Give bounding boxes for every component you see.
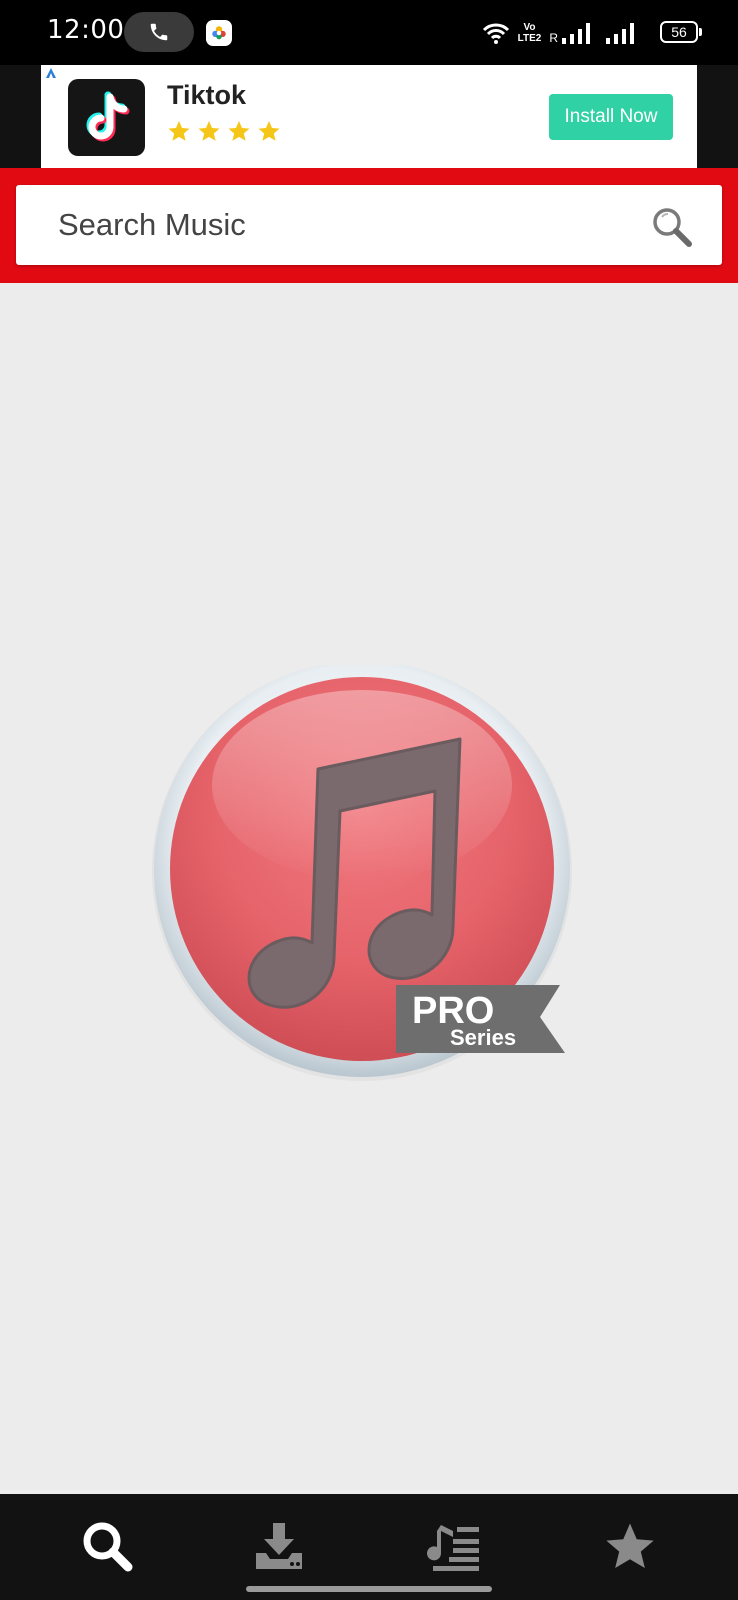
signal-icon xyxy=(562,23,590,44)
bottom-navigation xyxy=(0,1494,738,1600)
battery-icon: 56 xyxy=(660,21,702,43)
app-logo: PRO Series xyxy=(152,665,572,1081)
playlist-icon xyxy=(427,1525,479,1571)
svg-text:Series: Series xyxy=(450,1025,516,1050)
search-input[interactable] xyxy=(56,185,616,265)
ad-strip: Tiktok Install Now xyxy=(0,65,738,168)
star-rating-icon xyxy=(228,121,250,141)
pro-series-badge: PRO Series xyxy=(396,985,565,1053)
photos-app-icon xyxy=(206,20,232,46)
status-time: 12:00 xyxy=(47,15,125,45)
nav-favorites[interactable] xyxy=(600,1516,660,1576)
star-rating-icon xyxy=(258,121,280,141)
nav-search[interactable] xyxy=(77,1516,137,1576)
ad-app-name[interactable]: Tiktok xyxy=(167,80,246,111)
ad-rating-stars xyxy=(167,119,281,143)
search-icon[interactable] xyxy=(650,205,694,249)
install-now-button[interactable]: Install Now xyxy=(549,94,673,140)
search-icon xyxy=(83,1522,133,1572)
star-rating-icon xyxy=(198,121,220,141)
volte-indicator: Vo LTE2 xyxy=(517,22,542,44)
signal-icon-sim2 xyxy=(606,23,634,44)
nav-downloads[interactable] xyxy=(249,1516,309,1576)
star-icon xyxy=(606,1523,654,1569)
star-rating-icon xyxy=(168,121,190,141)
roaming-indicator: R xyxy=(549,31,558,45)
status-bar: 12:00 Vo LTE2 R 56 xyxy=(0,0,738,65)
ad-banner[interactable]: Tiktok Install Now xyxy=(41,65,697,168)
wifi-icon xyxy=(482,23,509,44)
status-indicators: Vo LTE2 R xyxy=(482,16,680,50)
home-indicator[interactable] xyxy=(246,1586,492,1592)
nav-playlists[interactable] xyxy=(425,1516,485,1576)
ongoing-call-pill[interactable] xyxy=(124,12,194,52)
search-header xyxy=(0,168,738,283)
call-icon xyxy=(150,23,168,41)
ad-choices-icon[interactable] xyxy=(45,67,57,79)
search-box[interactable] xyxy=(16,185,722,265)
download-icon xyxy=(256,1523,302,1569)
tiktok-app-icon[interactable] xyxy=(68,79,145,156)
